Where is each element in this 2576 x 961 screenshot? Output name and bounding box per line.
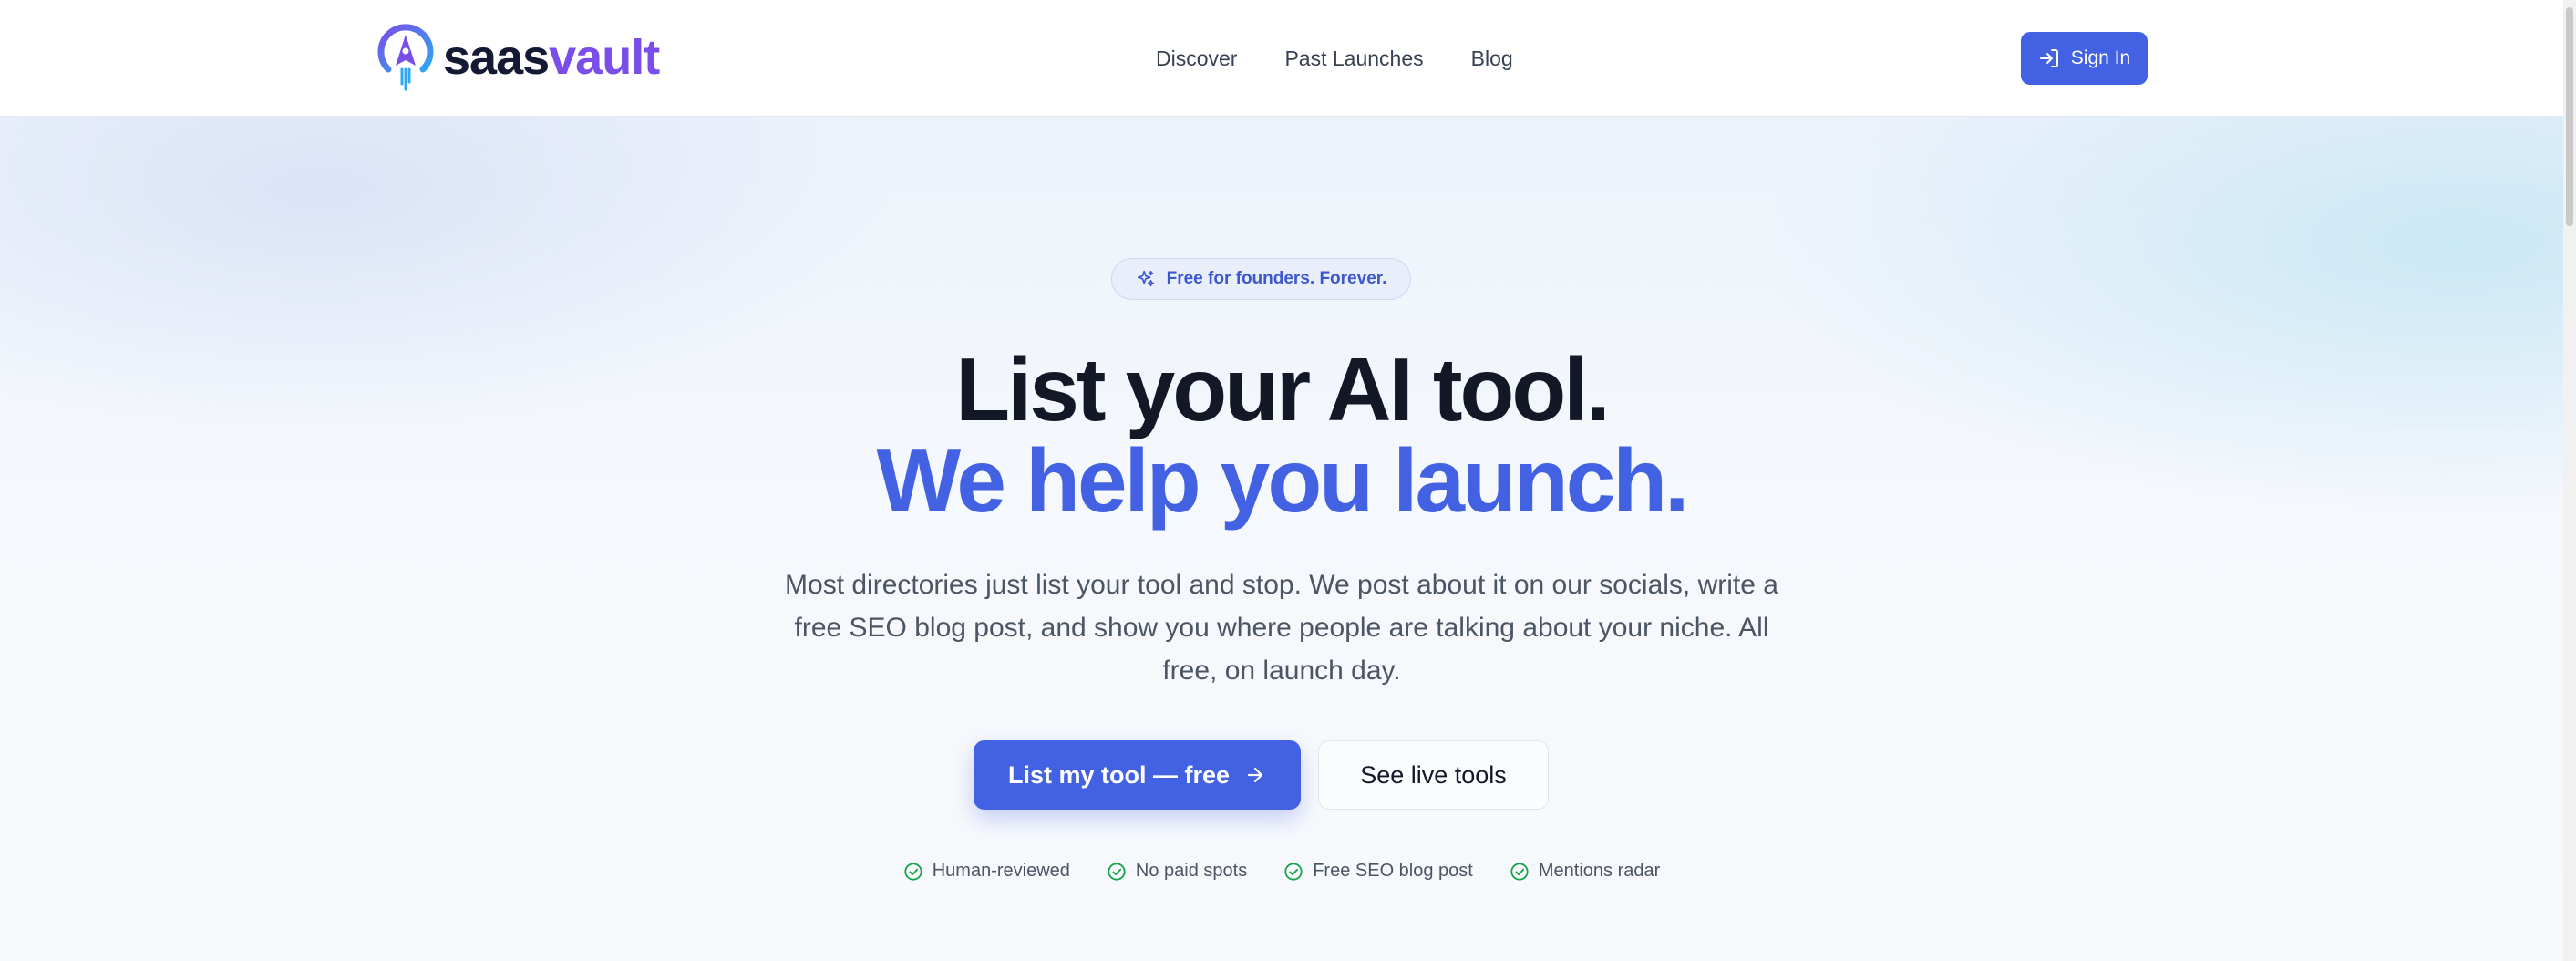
brand-name-part1: saas <box>443 30 550 85</box>
badge-text: Free for founders. Forever. <box>1166 269 1387 288</box>
feature-label: Mentions radar <box>1538 861 1661 881</box>
see-live-tools-label: See live tools <box>1360 760 1507 789</box>
scrollbar-thumb[interactable] <box>2566 7 2573 226</box>
log-in-icon <box>2039 49 2058 67</box>
brand-logo[interactable]: saasvault <box>376 22 660 93</box>
check-circle-icon <box>1510 862 1529 881</box>
check-circle-icon <box>1108 862 1126 881</box>
list-my-tool-label: List my tool — free <box>1007 760 1231 789</box>
check-circle-icon <box>904 862 922 881</box>
headline-line-2: We help you launch. <box>876 430 1690 531</box>
brand-name-part2: vault <box>549 30 660 85</box>
sign-in-button[interactable]: Sign In <box>2021 32 2148 85</box>
arrow-right-icon <box>1247 767 1263 783</box>
sparkles-icon <box>1137 270 1154 287</box>
list-my-tool-button[interactable]: List my tool — free <box>974 740 1301 810</box>
brand-wordmark: saasvault <box>443 30 660 85</box>
feature-item-human-reviewed: Human-reviewed <box>903 861 1070 882</box>
sign-in-label: Sign In <box>2070 47 2131 68</box>
feature-list: Human-reviewed No paid spots Free SEO bl… <box>0 861 2563 882</box>
feature-item-mentions-radar: Mentions radar <box>1510 861 1660 882</box>
hero-background <box>0 117 2563 961</box>
feature-item-no-paid-spots: No paid spots <box>1107 861 1247 882</box>
feature-label: No paid spots <box>1135 861 1248 881</box>
rocket-logo-icon <box>377 24 434 91</box>
check-circle-icon <box>1284 862 1303 881</box>
nav-link-past-launches[interactable]: Past Launches <box>1284 46 1423 71</box>
hero-subtitle: Most directories just list your tool and… <box>785 570 1778 686</box>
top-navbar: saasvault Discover Past Launches Blog Si… <box>0 0 2563 117</box>
main-nav: Discover Past Launches Blog <box>1156 0 1513 117</box>
see-live-tools-button[interactable]: See live tools <box>1318 740 1549 810</box>
free-badge: Free for founders. Forever. <box>1111 258 1411 300</box>
nav-link-discover[interactable]: Discover <box>1156 46 1237 71</box>
feature-item-free-seo-blog-post: Free SEO blog post <box>1283 861 1473 882</box>
feature-label: Free SEO blog post <box>1313 861 1473 881</box>
nav-link-blog[interactable]: Blog <box>1471 46 1513 71</box>
headline-line-1: List your AI tool. <box>955 339 1610 439</box>
feature-label: Human-reviewed <box>932 861 1070 881</box>
